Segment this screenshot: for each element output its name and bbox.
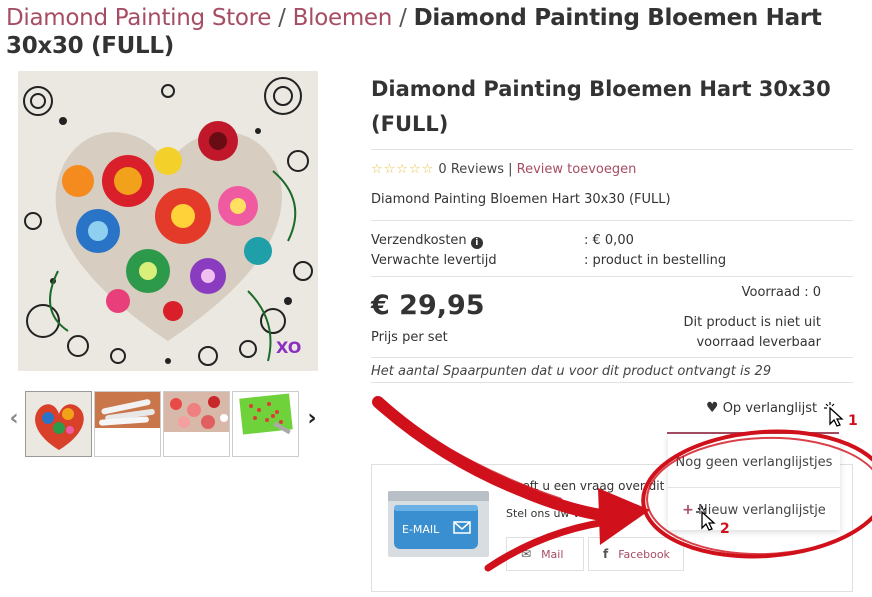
loyalty-points-note: Het aantal Spaarpunten dat u voor dit pr… [371, 364, 772, 379]
delivery-row: Verwachte levertijd : product in bestell… [371, 253, 726, 268]
divider [371, 276, 853, 277]
stock-note-line2: voorraad leverbaar [696, 335, 821, 350]
carousel-prev-icon[interactable]: ‹ [4, 406, 24, 431]
divider [371, 382, 853, 383]
rating-row: ☆☆☆☆☆ 0 Reviews | Review toevoegen [371, 162, 636, 177]
info-icon[interactable]: i [470, 237, 483, 249]
carousel-next-icon[interactable]: › [302, 406, 322, 431]
shipping-row: Verzendkosten i : € 0,00 [371, 233, 634, 249]
add-to-wishlist-button[interactable]: ♥ Op verlanglijst [706, 400, 817, 416]
facebook-button[interactable]: f Facebook [588, 537, 684, 571]
delivery-value: : product in bestelling [584, 253, 727, 268]
mail-button[interactable]: ✉ Mail [506, 537, 584, 571]
star-rating-icon: ☆☆☆☆☆ [371, 162, 435, 177]
thumbnail-1[interactable] [25, 391, 92, 457]
wishlist-dropdown: Nog geen verlanglijstjes + Nieuw verlang… [668, 434, 840, 530]
shipping-value: : € 0,00 [584, 233, 634, 248]
breadcrumb-category-link[interactable]: Bloemen [293, 5, 393, 31]
pointer-cursor-icon [824, 402, 844, 427]
step-number-1: 1 [848, 413, 858, 429]
thumbnail-4[interactable] [232, 391, 299, 457]
rating-separator: | [503, 162, 517, 177]
stock-label: Voorraad : 0 [741, 285, 821, 300]
email-key-image: E-MAIL [388, 491, 489, 557]
heart-icon: ♥ [706, 400, 719, 416]
breadcrumb-store-link[interactable]: Diamond Painting Store [6, 5, 271, 31]
mail-button-label: Mail [541, 547, 564, 561]
email-image-text: E-MAIL [402, 523, 440, 536]
contact-question: Heeft u een vraag over dit [506, 479, 665, 493]
breadcrumb-separator: / [271, 5, 293, 31]
thumbnail-carousel: ‹ › [0, 388, 330, 458]
plus-icon: + [682, 502, 694, 518]
stock-note-line1: Dit product is niet uit [683, 315, 821, 330]
new-wishlist-item[interactable]: + Nieuw verlanglijstje [668, 502, 840, 518]
thumbnail-3[interactable] [163, 391, 230, 457]
divider [371, 149, 853, 150]
no-wishlists-label: Nog geen verlanglijstjes [675, 455, 833, 470]
breadcrumb: Diamond Painting Store / Bloemen / Diamo… [6, 4, 866, 60]
shipping-label: Verzendkosten [371, 233, 467, 248]
delivery-label: Verwachte levertijd [371, 253, 497, 268]
product-main-image[interactable]: XO [18, 71, 318, 371]
thumbnail-2[interactable] [94, 391, 161, 457]
product-price: € 29,95 [371, 290, 485, 321]
step-number-2: 2 [720, 521, 730, 537]
svg-text:XO: XO [276, 338, 301, 357]
breadcrumb-separator: / [392, 5, 414, 31]
divider [371, 357, 853, 358]
product-subtitle: Diamond Painting Bloemen Hart 30x30 (FUL… [371, 192, 671, 207]
facebook-icon: f [603, 547, 609, 561]
new-wishlist-label: Nieuw verlanglijstje [698, 503, 826, 518]
add-review-link[interactable]: Review toevoegen [517, 162, 637, 177]
price-note: Prijs per set [371, 330, 448, 345]
divider [371, 220, 853, 221]
dropdown-divider [668, 487, 840, 488]
wishlist-button-label: Op verlanglijst [722, 401, 818, 416]
facebook-button-label: Facebook [618, 547, 670, 561]
review-count: 0 Reviews [438, 162, 504, 177]
mail-icon: ✉ [521, 547, 532, 561]
contact-subtext: Stel ons uw vraag [506, 507, 605, 520]
product-title: Diamond Painting Bloemen Hart 30x30 (FUL… [371, 77, 831, 136]
